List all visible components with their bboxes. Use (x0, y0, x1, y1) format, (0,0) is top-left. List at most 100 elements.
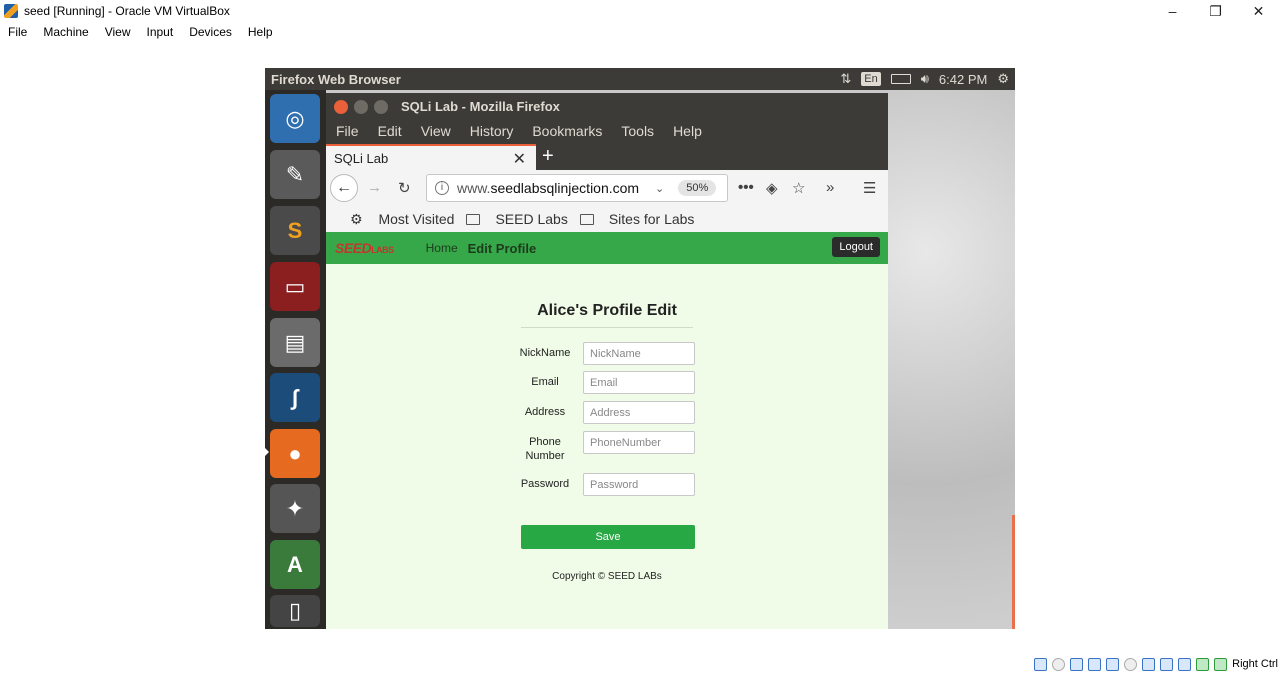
network-icon[interactable]: ⇅ (840, 71, 851, 87)
form-row-phone: Phone Number PhoneNumber (516, 431, 696, 465)
logout-button[interactable]: Logout (832, 237, 880, 257)
bookmark-most-visited[interactable]: ⚙ Most Visited (338, 211, 454, 228)
new-tab-icon[interactable]: + (542, 145, 554, 168)
phone-number-input[interactable]: PhoneNumber (583, 431, 695, 454)
bookmarks-toolbar: ⚙ Most Visited SEED Labs Sites for Labs (326, 206, 888, 232)
restore-button[interactable]: ❐ (1194, 0, 1237, 22)
hard-disk-icon[interactable] (1034, 657, 1048, 671)
system-gear-icon[interactable]: ⚙ (997, 71, 1009, 87)
text-editor-icon[interactable]: ✎ (270, 150, 320, 199)
software-updater-icon[interactable]: A (270, 540, 320, 589)
pocket-icon[interactable]: ◈ (766, 179, 778, 197)
host-menu-devices[interactable]: Devices (181, 25, 240, 39)
volume-icon[interactable]: 🔊︎ (921, 71, 929, 87)
form-row-email: Email Email (516, 371, 696, 399)
firefox-window: SQLi Lab - Mozilla Firefox File Edit Vie… (326, 93, 888, 629)
firefox-icon[interactable]: ● (270, 429, 320, 478)
sublime-text-icon[interactable]: S (270, 206, 320, 255)
keyboard-layout-indicator[interactable]: En (861, 72, 881, 86)
tab-sqli-lab[interactable]: SQLi Lab ✕ (326, 144, 536, 170)
ubuntu-dash-icon[interactable]: ◎ (270, 94, 320, 143)
reload-icon[interactable]: ↻ (398, 179, 411, 197)
logo-sub-text: LABS (371, 245, 394, 255)
launcher-active-indicator (265, 448, 269, 456)
file-manager-icon[interactable]: ▤ (270, 318, 320, 367)
desktop-wallpaper (888, 90, 1015, 629)
host-menu-file[interactable]: File (0, 25, 35, 39)
host-titlebar: seed [Running] - Oracle VM VirtualBox – … (0, 0, 1280, 22)
nav-edit-profile-link[interactable]: Edit Profile (468, 241, 537, 256)
bookmark-seed-labs[interactable]: SEED Labs (466, 211, 568, 227)
address-label: Address (524, 406, 566, 418)
password-label: Password (520, 478, 570, 490)
bookmark-star-icon[interactable]: ☆ (792, 179, 805, 197)
bookmark-sites-for-labs[interactable]: Sites for Labs (579, 211, 695, 227)
panel-app-title: Firefox Web Browser (271, 71, 401, 87)
form-row-address: Address Address (516, 401, 696, 429)
ff-menu-bookmarks[interactable]: Bookmarks (522, 123, 611, 139)
address-input[interactable]: Address (583, 401, 695, 424)
title-divider (521, 327, 693, 328)
ff-close-button[interactable] (334, 99, 348, 114)
terminal-icon[interactable]: ▭ (270, 262, 320, 311)
zoom-indicator[interactable]: 50% (678, 180, 717, 196)
ff-menu-history[interactable]: History (460, 123, 523, 139)
close-button[interactable]: ✕ (1237, 0, 1280, 22)
forward-icon[interactable]: → (367, 179, 382, 196)
ff-menu-edit[interactable]: Edit (368, 123, 411, 139)
guest-screen[interactable]: Firefox Web Browser ⇅ En 🔊︎ 6:42 PM ⚙ ◎ … (265, 68, 1015, 629)
shared-folders-icon[interactable] (1124, 657, 1138, 671)
email-label: Email (531, 376, 559, 388)
settings-icon[interactable]: ✦ (270, 484, 320, 533)
minimize-button[interactable]: – (1151, 0, 1194, 22)
nickname-input[interactable]: NickName (583, 342, 695, 365)
back-icon[interactable]: ← (330, 174, 358, 202)
display-icon[interactable] (1142, 657, 1156, 671)
hamburger-menu-icon[interactable]: ☰ (863, 179, 876, 197)
folder-icon (466, 214, 481, 225)
overflow-chevron-icon[interactable]: » (826, 179, 834, 196)
wireshark-icon[interactable]: ∫ (270, 373, 320, 422)
nav-home-link[interactable]: Home (426, 241, 458, 255)
url-text[interactable]: www.seedlabsqlinjection.com (457, 180, 645, 196)
ff-menu-view[interactable]: View (411, 123, 460, 139)
optical-drive-icon[interactable] (1052, 657, 1066, 671)
url-prefix: www. (457, 180, 491, 196)
trash-icon[interactable]: ▯ (270, 595, 320, 627)
ff-menu-file[interactable]: File (326, 123, 368, 139)
usb-icon[interactable] (1106, 657, 1120, 671)
host-menu-view[interactable]: View (97, 25, 139, 39)
mouse-integration-icon[interactable] (1196, 657, 1210, 671)
tab-close-icon[interactable]: ✕ (513, 149, 526, 169)
network-adapter-icon[interactable] (1088, 657, 1102, 671)
bookmark-label: Sites for Labs (608, 211, 695, 227)
guest-top-panel: Firefox Web Browser ⇅ En 🔊︎ 6:42 PM ⚙ (265, 68, 1015, 90)
host-key-label: Right Ctrl (1232, 658, 1278, 670)
keyboard-capture-icon[interactable] (1214, 657, 1228, 671)
ff-menu-tools[interactable]: Tools (611, 123, 663, 139)
page-title: Alice's Profile Edit (537, 302, 677, 319)
desktop-accent (1012, 515, 1015, 629)
video-capture-icon[interactable] (1160, 657, 1174, 671)
host-menu-input[interactable]: Input (139, 25, 182, 39)
url-bar[interactable]: i www.seedlabsqlinjection.com ⌄ 50% (426, 174, 728, 202)
copyright-text: Copyright © SEED LABs (552, 571, 662, 582)
battery-icon[interactable] (890, 74, 911, 84)
ff-minimize-button[interactable] (354, 99, 368, 114)
email-input[interactable]: Email (583, 371, 695, 394)
host-menu-help[interactable]: Help (240, 25, 281, 39)
ff-maximize-button[interactable] (374, 99, 388, 114)
host-menu-machine[interactable]: Machine (35, 25, 96, 39)
seed-labs-logo[interactable]: SEEDLABS (335, 240, 394, 256)
save-button[interactable]: Save (521, 525, 695, 549)
ff-menu-help[interactable]: Help (663, 123, 711, 139)
form-row-nickname: NickName NickName (516, 342, 696, 370)
clock[interactable]: 6:42 PM (939, 72, 987, 87)
audio-icon[interactable] (1070, 657, 1084, 671)
page-actions-icon[interactable]: ••• (738, 179, 754, 196)
cpu-icon[interactable] (1178, 657, 1192, 671)
tab-label: SQLi Lab (334, 150, 389, 166)
url-dropdown-chevron-icon[interactable]: ⌄ (655, 182, 664, 195)
password-input[interactable]: Password (583, 473, 695, 496)
site-info-icon[interactable]: i (435, 181, 449, 195)
